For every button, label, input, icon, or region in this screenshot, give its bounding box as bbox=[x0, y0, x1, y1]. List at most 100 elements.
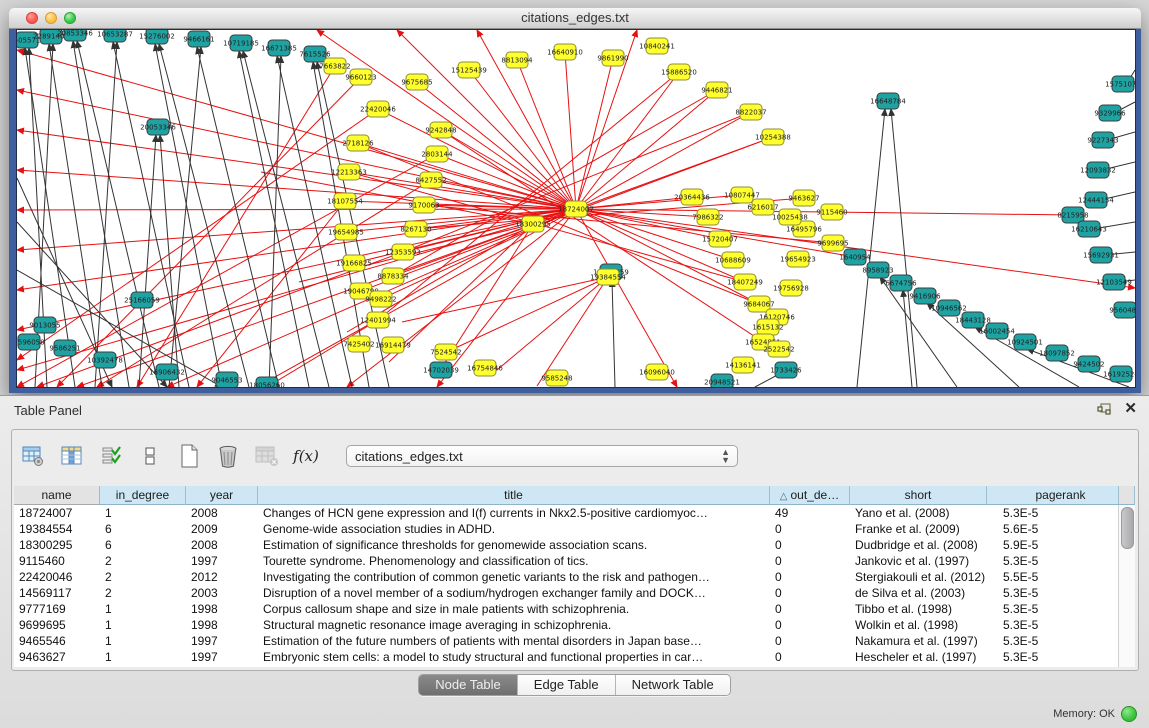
citation-edge-red[interactable] bbox=[497, 277, 608, 370]
import-checks-icon[interactable] bbox=[98, 442, 124, 470]
scrollbar-thumb[interactable] bbox=[1121, 507, 1134, 549]
graph-node[interactable]: 9660123 bbox=[345, 69, 376, 85]
tab-network-table[interactable]: Network Table bbox=[616, 675, 730, 695]
network-window-titlebar[interactable]: citations_edges.txt bbox=[9, 8, 1141, 29]
cell-title[interactable]: Investigating the contribution of common… bbox=[258, 569, 770, 585]
cell-pagerank[interactable]: 5.6E-5 bbox=[987, 521, 1119, 537]
graph-node[interactable]: 2803144 bbox=[421, 146, 453, 162]
citation-edge-red[interactable] bbox=[17, 90, 576, 209]
cell-in_degree[interactable]: 1 bbox=[100, 601, 186, 617]
cell-short[interactable]: Wolkin et al. (1998) bbox=[850, 617, 987, 633]
citation-edge-red[interactable] bbox=[576, 58, 613, 209]
cell-pagerank[interactable]: 5.3E-5 bbox=[987, 633, 1119, 649]
row-height-icon[interactable] bbox=[137, 442, 163, 470]
column-header-pagerank[interactable]: pagerank bbox=[987, 486, 1119, 505]
graph-node[interactable]: 7425402 bbox=[343, 336, 374, 352]
graph-node[interactable]: 10946562 bbox=[931, 300, 967, 316]
graph-node[interactable]: 10840241 bbox=[639, 38, 675, 54]
graph-node[interactable]: 14136141 bbox=[725, 357, 761, 373]
cell-short[interactable]: Dudbridge et al. (2008) bbox=[850, 537, 987, 553]
graph-node[interactable]: 9585248 bbox=[541, 370, 572, 386]
cell-in_degree[interactable]: 2 bbox=[100, 585, 186, 601]
graph-node[interactable]: 14702039 bbox=[423, 362, 459, 378]
graph-node[interactable]: 10688609 bbox=[715, 252, 751, 268]
cell-short[interactable]: Stergiakouli et al. (2012) bbox=[850, 569, 987, 585]
citation-edge-black[interactable] bbox=[612, 280, 615, 387]
cell-name[interactable]: 22420046 bbox=[14, 569, 100, 585]
citation-edge-black[interactable] bbox=[49, 44, 102, 387]
graph-node[interactable]: 10653287 bbox=[97, 30, 133, 42]
citation-edge-black[interactable] bbox=[857, 109, 885, 387]
cell-out_de[interactable]: 0 bbox=[770, 617, 850, 633]
citation-edge-black[interactable] bbox=[95, 42, 117, 387]
citation-edge-black[interactable] bbox=[903, 290, 912, 387]
graph-node[interactable]: 10924501 bbox=[1007, 334, 1043, 350]
cell-out_de[interactable]: 0 bbox=[770, 633, 850, 649]
graph-node[interactable]: 15751074 bbox=[1105, 76, 1135, 92]
column-header-out_de[interactable]: △out_de… bbox=[770, 486, 850, 505]
cell-title[interactable]: Disruption of a novel member of a sodium… bbox=[258, 585, 770, 601]
cell-in_degree[interactable]: 1 bbox=[100, 649, 186, 665]
graph-node[interactable]: 9013055 bbox=[29, 317, 60, 333]
cell-short[interactable]: Nakamura et al. (1997) bbox=[850, 633, 987, 649]
graph-node[interactable]: 7986322 bbox=[692, 209, 723, 225]
graph-node[interactable]: 10254388 bbox=[755, 129, 791, 145]
table-row[interactable]: 969969511998Structural magnetic resonanc… bbox=[14, 617, 1119, 633]
graph-node[interactable]: 9046553 bbox=[211, 372, 242, 387]
graph-node[interactable]: 9861990 bbox=[597, 50, 628, 66]
graph-node[interactable]: 9466161 bbox=[183, 31, 214, 47]
graph-node[interactable]: 9170063 bbox=[408, 197, 439, 213]
table-row[interactable]: 1938455462009Genome-wide association stu… bbox=[14, 521, 1119, 537]
citation-edge-black[interactable] bbox=[160, 135, 179, 387]
graph-node[interactable]: 9699695 bbox=[817, 235, 848, 251]
graph-node[interactable]: 16648784 bbox=[870, 93, 906, 109]
column-header-short[interactable]: short bbox=[850, 486, 987, 505]
graph-node[interactable]: 15692931 bbox=[1083, 247, 1119, 263]
cell-title[interactable]: Estimation of the future numbers of pati… bbox=[258, 633, 770, 649]
network-graph[interactable]: 1405571222891406208533461065328715276002… bbox=[17, 30, 1135, 387]
cell-title[interactable]: Embryonic stem cells: a model to study s… bbox=[258, 649, 770, 665]
graph-node[interactable]: 8267130 bbox=[400, 221, 431, 237]
citation-edge-red[interactable] bbox=[437, 209, 576, 387]
citation-edge-red[interactable] bbox=[197, 201, 345, 387]
graph-node[interactable]: 19756928 bbox=[773, 280, 809, 296]
cell-in_degree[interactable]: 1 bbox=[100, 505, 186, 521]
citation-edge-red[interactable] bbox=[402, 277, 608, 322]
cell-name[interactable]: 9115460 bbox=[14, 553, 100, 569]
cell-out_de[interactable]: 0 bbox=[770, 553, 850, 569]
show-columns-icon[interactable] bbox=[59, 442, 85, 470]
cell-in_degree[interactable]: 1 bbox=[100, 617, 186, 633]
table-row[interactable]: 1456911722003Disruption of a novel membe… bbox=[14, 585, 1119, 601]
cell-year[interactable]: 2012 bbox=[186, 569, 258, 585]
cell-name[interactable]: 19384554 bbox=[14, 521, 100, 537]
cell-title[interactable]: Estimation of significance thresholds fo… bbox=[258, 537, 770, 553]
graph-node[interactable]: 10392478 bbox=[87, 352, 123, 368]
graph-node[interactable]: 15125439 bbox=[451, 62, 487, 78]
cell-name[interactable]: 9463627 bbox=[14, 649, 100, 665]
graph-node[interactable]: 20053346 bbox=[140, 119, 176, 135]
cell-short[interactable]: Jankovic et al. (1997) bbox=[850, 553, 987, 569]
cell-out_de[interactable]: 0 bbox=[770, 585, 850, 601]
cell-pagerank[interactable]: 5.5E-5 bbox=[987, 569, 1119, 585]
cell-short[interactable]: Hescheler et al. (1997) bbox=[850, 649, 987, 665]
graph-node[interactable]: 16671385 bbox=[261, 40, 297, 56]
cell-pagerank[interactable]: 5.3E-5 bbox=[987, 617, 1119, 633]
cell-in_degree[interactable]: 2 bbox=[100, 553, 186, 569]
cell-pagerank[interactable]: 5.3E-5 bbox=[987, 505, 1119, 521]
graph-node[interactable]: 1615132 bbox=[752, 319, 783, 335]
cell-pagerank[interactable]: 5.9E-5 bbox=[987, 537, 1119, 553]
cell-pagerank[interactable]: 5.3E-5 bbox=[987, 649, 1119, 665]
citation-edge-red[interactable] bbox=[576, 72, 679, 209]
column-header-name[interactable]: name bbox=[14, 486, 100, 505]
table-row[interactable]: 911546021997Tourette syndrome. Phenomeno… bbox=[14, 553, 1119, 569]
cell-year[interactable]: 2003 bbox=[186, 585, 258, 601]
cell-short[interactable]: Yano et al. (2008) bbox=[850, 505, 987, 521]
cell-name[interactable]: 9777169 bbox=[14, 601, 100, 617]
graph-node[interactable]: 6216017 bbox=[747, 199, 778, 215]
cell-year[interactable]: 2008 bbox=[186, 505, 258, 521]
cell-short[interactable]: Tibbo et al. (1998) bbox=[850, 601, 987, 617]
graph-node[interactable]: 8958923 bbox=[862, 262, 893, 278]
cell-pagerank[interactable]: 5.3E-5 bbox=[987, 601, 1119, 617]
table-row[interactable]: 977716911998Corpus callosum shape and si… bbox=[14, 601, 1119, 617]
graph-node[interactable]: 9560481 bbox=[1109, 302, 1135, 318]
